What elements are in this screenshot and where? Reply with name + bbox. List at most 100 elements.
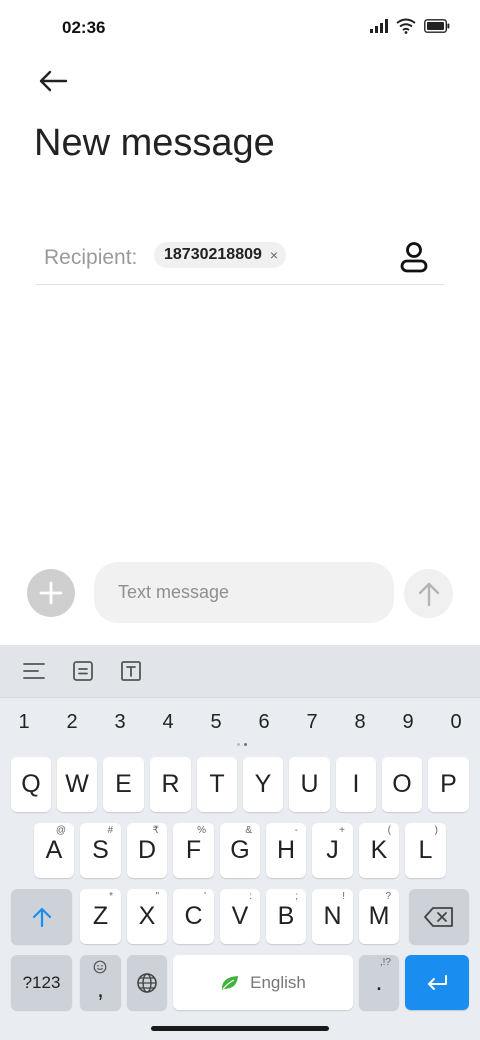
key-d[interactable]: ₹ D — [127, 823, 167, 878]
text-message-input[interactable] — [94, 562, 394, 623]
key-o[interactable]: O — [382, 757, 422, 812]
enter-icon — [428, 974, 447, 990]
key-9[interactable]: 9 — [388, 711, 428, 734]
page-title: New message — [34, 122, 275, 164]
key-label: I — [352, 770, 360, 798]
key-v[interactable]: :V — [220, 889, 260, 944]
key-h[interactable]: -H — [266, 823, 306, 878]
key-label: . — [375, 968, 383, 996]
key-label: V — [231, 902, 249, 930]
key-b[interactable]: ; B — [266, 889, 306, 944]
key-u[interactable]: U — [289, 757, 330, 812]
page-dot-active — [244, 743, 247, 746]
key-label: A — [45, 836, 63, 864]
home-indicator[interactable] — [151, 1026, 329, 1031]
comma-key[interactable]: , — [80, 955, 121, 1010]
symbols-key[interactable]: ?123 — [11, 955, 72, 1010]
key-3[interactable]: 3 — [100, 711, 140, 734]
key-j[interactable]: + J — [312, 823, 353, 878]
lines-icon — [23, 663, 45, 679]
key-alt-label: - — [294, 825, 298, 836]
clipboard-button[interactable] — [71, 659, 95, 683]
wifi-icon — [396, 18, 416, 34]
key-label: T — [209, 770, 225, 798]
key-0[interactable]: 0 — [436, 711, 476, 734]
key-label: F — [185, 836, 202, 864]
recipient-field[interactable]: Recipient: 18730218809 × — [36, 232, 444, 285]
globe-icon — [137, 972, 157, 993]
key-2[interactable]: 2 — [52, 711, 92, 734]
space-key[interactable]: English — [173, 955, 353, 1010]
back-button[interactable] — [36, 64, 70, 98]
key-label: R — [161, 770, 180, 798]
key-1[interactable]: 1 — [4, 711, 44, 734]
backspace-key[interactable] — [409, 889, 469, 944]
key-8[interactable]: 8 — [340, 711, 380, 734]
key-label: B — [277, 902, 295, 930]
arrow-left-icon — [39, 70, 68, 92]
key-m[interactable]: ? M — [359, 889, 399, 944]
key-alt-label: ) — [434, 825, 438, 836]
person-icon — [400, 242, 428, 273]
key-label: L — [418, 836, 433, 864]
key-label: K — [370, 836, 388, 864]
key-4[interactable]: 4 — [148, 711, 188, 734]
key-t[interactable]: T — [197, 757, 237, 812]
key-alt-label: ' — [204, 891, 206, 902]
enter-key[interactable] — [405, 955, 469, 1010]
period-key[interactable]: ,!?. — [359, 955, 399, 1010]
arrow-up-icon — [418, 582, 439, 606]
key-alt-label: & — [245, 825, 252, 836]
key-l[interactable]: ) L — [405, 823, 446, 878]
key-label: D — [137, 836, 157, 864]
key-c[interactable]: ' C — [173, 889, 214, 944]
key-alt-label: ; — [295, 891, 298, 902]
key-s[interactable]: # S — [80, 823, 121, 878]
key-label: S — [92, 836, 109, 864]
key-alt-label: ? — [385, 891, 391, 902]
key-alt-label: * — [109, 891, 113, 902]
key-5[interactable]: 5 — [196, 711, 236, 734]
key-f[interactable]: % F — [173, 823, 214, 878]
key-label: M — [368, 902, 390, 930]
key-label: , — [97, 975, 104, 1003]
key-p[interactable]: P — [428, 757, 469, 812]
language-key[interactable] — [127, 955, 167, 1010]
key-7[interactable]: 7 — [292, 711, 332, 734]
key-q[interactable]: Q — [11, 757, 51, 812]
send-button[interactable] — [404, 569, 453, 618]
key-label: G — [230, 836, 250, 864]
remove-recipient-button[interactable]: × — [270, 247, 278, 263]
signal-icon — [370, 19, 388, 33]
status-bar: 02:36 — [0, 0, 480, 56]
keyboard-menu-button[interactable] — [22, 659, 46, 683]
key-e[interactable]: E — [103, 757, 144, 812]
key-n[interactable]: ! N — [312, 889, 353, 944]
add-attachment-button[interactable] — [27, 569, 75, 617]
recipient-label: Recipient: — [44, 246, 138, 269]
key-label: Y — [254, 770, 272, 798]
key-label: J — [326, 836, 339, 864]
shift-key[interactable] — [11, 889, 72, 944]
key-x[interactable]: " X — [127, 889, 167, 944]
emoji-icon — [93, 960, 107, 974]
key-y[interactable]: Y — [243, 757, 283, 812]
key-k[interactable]: (K — [359, 823, 399, 878]
recipient-chip[interactable]: 18730218809 × — [154, 242, 287, 268]
contacts-button[interactable] — [396, 238, 432, 274]
key-label: W — [65, 770, 89, 798]
key-label: H — [276, 836, 296, 864]
shift-arrow-icon — [32, 907, 51, 927]
key-g[interactable]: & G — [220, 823, 260, 878]
key-label: U — [300, 770, 319, 798]
keyboard: 1 2 3 4 5 6 7 8 9 0 Q W E R T Y U I O P … — [0, 645, 480, 1040]
key-i[interactable]: I — [336, 757, 376, 812]
text-tool-button[interactable] — [119, 659, 143, 683]
key-z[interactable]: * Z — [80, 889, 121, 944]
key-6[interactable]: 6 — [244, 711, 284, 734]
key-alt-label: : — [249, 891, 252, 902]
key-r[interactable]: R — [150, 757, 191, 812]
key-a[interactable]: @ A — [34, 823, 74, 878]
key-label: C — [184, 902, 203, 930]
key-w[interactable]: W — [57, 757, 97, 812]
